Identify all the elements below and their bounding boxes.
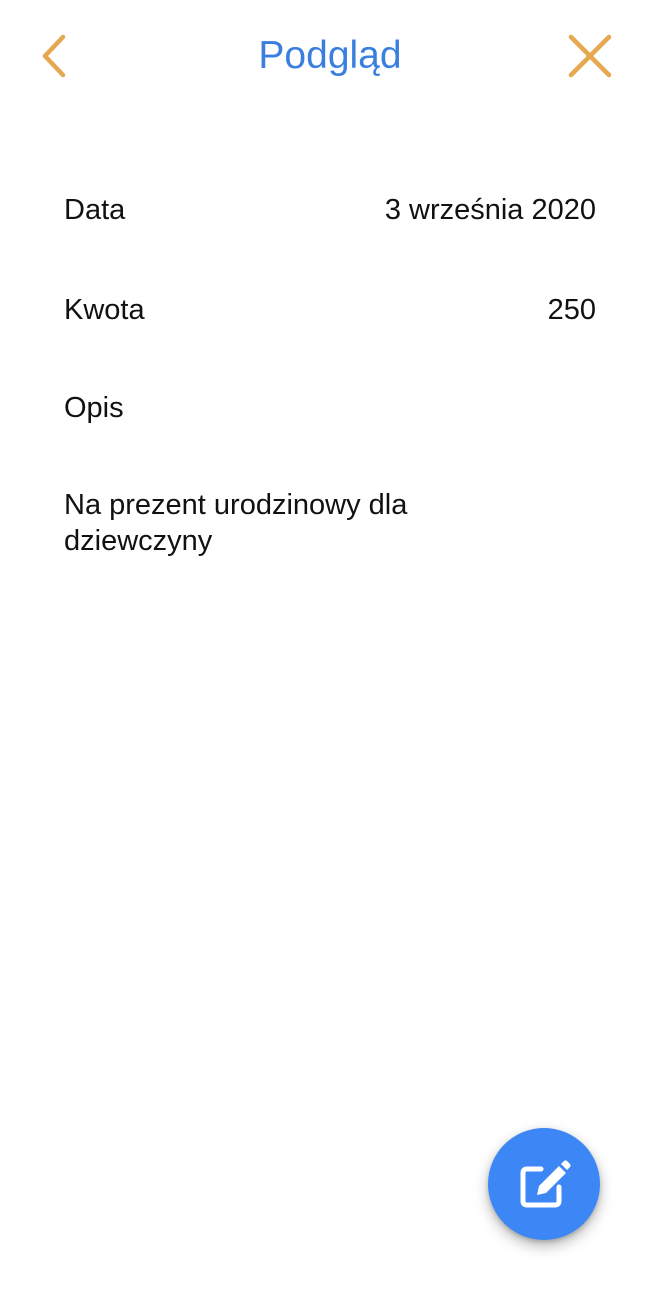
amount-label: Kwota xyxy=(64,294,145,326)
edit-button[interactable] xyxy=(488,1128,600,1240)
date-value: 3 września 2020 xyxy=(384,194,596,226)
amount-row: Kwota 250 xyxy=(64,292,596,328)
edit-icon xyxy=(520,1160,571,1208)
description-label: Opis xyxy=(64,392,124,424)
page-title: Podgląd xyxy=(258,34,402,77)
close-icon xyxy=(568,34,612,78)
close-button[interactable] xyxy=(562,28,618,84)
description-value: Na prezent urodzinowy dla dziewczyny xyxy=(64,489,408,557)
date-label: Data xyxy=(64,194,126,226)
header: Podgląd xyxy=(0,0,660,112)
amount-value: 250 xyxy=(547,294,596,326)
date-row: Data 3 września 2020 xyxy=(64,192,596,228)
